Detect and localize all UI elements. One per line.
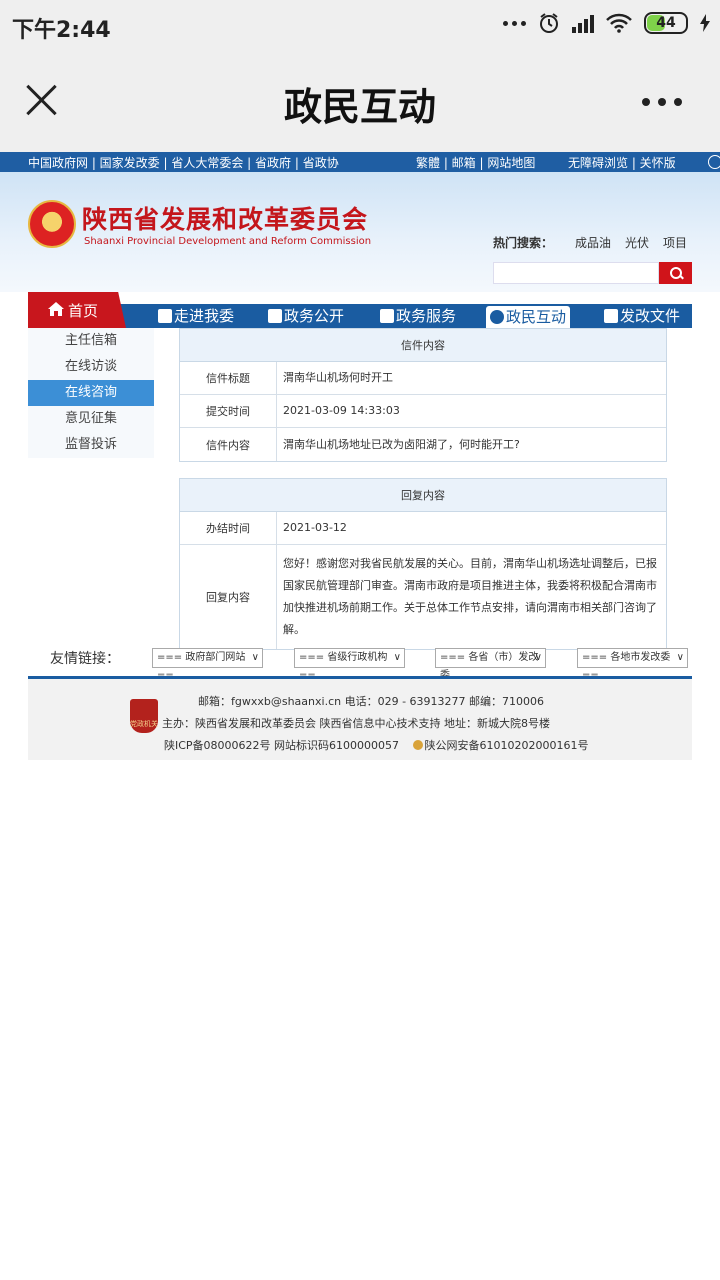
party-gov-badge-icon[interactable]: 党政机关	[130, 699, 158, 733]
main-content: 主任信箱 在线访谈 在线咨询 意见征集 监督投诉 信件内容 信件标题 渭南华山机…	[0, 328, 720, 650]
icp-number[interactable]: 陕ICP备08000622号 网站标识码6100000057	[164, 739, 399, 752]
org-name-en: Shaanxi Provincial Development and Refor…	[84, 236, 372, 247]
letter-header: 信件内容	[180, 329, 666, 362]
row-label: 回复内容	[180, 545, 277, 649]
hot-term[interactable]: 光伏	[625, 236, 649, 250]
page-title: 政民互动	[283, 85, 436, 129]
friend-links-label: 友情链接：	[50, 651, 120, 667]
sidebar-item-director-mailbox[interactable]: 主任信箱	[28, 328, 154, 354]
footer-contact: 邮箱：fgwxxb@shaanxi.cn 电话：029 - 63913277 邮…	[198, 695, 545, 708]
nav-about[interactable]: 走进我委	[158, 304, 234, 328]
signal-icon	[572, 13, 594, 33]
sidebar-item-complaint[interactable]: 监督投诉	[28, 432, 154, 458]
letter-panel: 信件内容 信件标题 渭南华山机场何时开工 提交时间 2021-03-09 14:…	[179, 328, 667, 462]
site-footer: 党政机关 邮箱：fgwxxb@shaanxi.cn 电话：029 - 63913…	[28, 676, 692, 760]
sidebar: 主任信箱 在线访谈 在线咨询 意见征集 监督投诉	[28, 328, 154, 458]
hot-term[interactable]: 项目	[663, 236, 687, 250]
table-row: 信件内容 渭南华山机场地址已改为卤阳湖了，何时能开工?	[180, 428, 666, 461]
nav-home[interactable]: 首页	[28, 292, 126, 328]
file-icon	[604, 309, 618, 323]
select-province-commissions[interactable]: === 各省（市）发改委	[435, 648, 546, 681]
hot-search-label: 热门搜索：	[493, 236, 554, 250]
table-row: 信件标题 渭南华山机场何时开工	[180, 362, 666, 395]
hot-term[interactable]: 成品油	[575, 236, 611, 250]
nav-gov-affairs[interactable]: 政务公开	[268, 304, 344, 328]
site-banner: 陕西省发展和改革委员会 Shaanxi Provincial Developme…	[0, 172, 720, 292]
top-links-accessibility[interactable]: 无障碍浏览 | 关怀版	[568, 154, 676, 171]
police-badge-icon	[412, 740, 423, 750]
chat-icon	[490, 310, 504, 324]
row-value: 渭南华山机场地址已改为卤阳湖了，何时能开工?	[283, 437, 520, 451]
top-links-gov[interactable]: 中国政府网 | 国家发改委 | 省人大常委会 | 省政府 | 省政协	[28, 154, 339, 171]
search-icon[interactable]	[659, 262, 692, 284]
reply-text: 您好！感谢您对我省民航发展的关心。目前，渭南华山机场选址调整后，已报国家民航管理…	[283, 557, 657, 636]
sidebar-item-online-consult[interactable]: 在线咨询	[28, 380, 154, 406]
nav-services[interactable]: 政务服务	[380, 304, 456, 328]
app-header: 政民互动	[0, 52, 720, 152]
select-gov-departments[interactable]: === 政府部门网站 ==	[152, 648, 263, 681]
table-row: 回复内容 您好！感谢您对我省民航发展的关心。目前，渭南华山机场选址调整后，已报国…	[180, 545, 666, 649]
table-row: 提交时间 2021-03-09 14:33:03	[180, 395, 666, 428]
battery-icon: 44	[644, 12, 688, 34]
select-city-commissions[interactable]: === 各地市发改委 ==	[577, 648, 688, 681]
police-record[interactable]: 陕公网安备61010202000161号	[412, 739, 589, 752]
national-emblem-icon	[28, 200, 76, 248]
friend-links: 友情链接： === 政府部门网站 == === 省级行政机构 == === 各省…	[0, 646, 720, 681]
more-options-icon[interactable]	[642, 98, 682, 106]
status-bar: 下午2:44 44	[0, 0, 720, 52]
org-name-cn[interactable]: 陕西省发展和改革委员会	[82, 200, 368, 236]
row-value: 渭南华山机场何时开工	[283, 371, 393, 384]
search-input[interactable]	[493, 262, 659, 284]
sidebar-item-online-interview[interactable]: 在线访谈	[28, 354, 154, 380]
row-label: 信件标题	[180, 362, 277, 394]
toggle-circle-icon[interactable]	[708, 155, 720, 169]
top-links-utility[interactable]: 繁體 | 邮箱 | 网站地图	[416, 154, 535, 171]
row-value: 2021-03-12	[283, 521, 347, 534]
sidebar-item-opinion[interactable]: 意见征集	[28, 406, 154, 432]
row-label: 提交时间	[180, 395, 277, 427]
reply-header: 回复内容	[180, 479, 666, 512]
wifi-icon	[606, 13, 632, 33]
broadcast-icon	[268, 309, 282, 323]
building-icon	[380, 309, 394, 323]
row-label: 办结时间	[180, 512, 277, 544]
main-nav: 首页 走进我委 政务公开 政务服务 政民互动 发改文件	[0, 292, 720, 328]
charging-icon	[700, 14, 710, 32]
table-row: 办结时间 2021-03-12	[180, 512, 666, 545]
document-icon	[158, 309, 172, 323]
row-label: 信件内容	[180, 428, 277, 461]
reply-panel: 回复内容 办结时间 2021-03-12 回复内容 您好！感谢您对我省民航发展的…	[179, 478, 667, 650]
alarm-icon	[540, 13, 558, 33]
nav-interaction[interactable]: 政民互动	[486, 306, 571, 328]
row-value: 2021-03-09 14:33:03	[283, 404, 400, 417]
hot-search: 热门搜索： 成品油 光伏 项目	[493, 234, 687, 251]
top-link-strip: 中国政府网 | 国家发改委 | 省人大常委会 | 省政府 | 省政协 繁體 | …	[0, 152, 720, 172]
more-notifications-icon	[503, 20, 526, 26]
nav-documents[interactable]: 发改文件	[604, 304, 680, 328]
status-icons: 44	[503, 12, 710, 34]
select-provincial-agencies[interactable]: === 省级行政机构 ==	[294, 648, 405, 681]
footer-sponsor: 主办：陕西省发展和改革委员会 陕西省信息中心技术支持 地址：新城大院8号楼	[162, 717, 550, 730]
footer-icp: 陕ICP备08000622号 网站标识码6100000057 陕公网安备6101…	[164, 737, 589, 753]
status-time: 下午2:44	[12, 18, 111, 43]
website: 中国政府网 | 国家发改委 | 省人大常委会 | 省政府 | 省政协 繁體 | …	[0, 152, 720, 650]
home-icon	[48, 302, 64, 316]
